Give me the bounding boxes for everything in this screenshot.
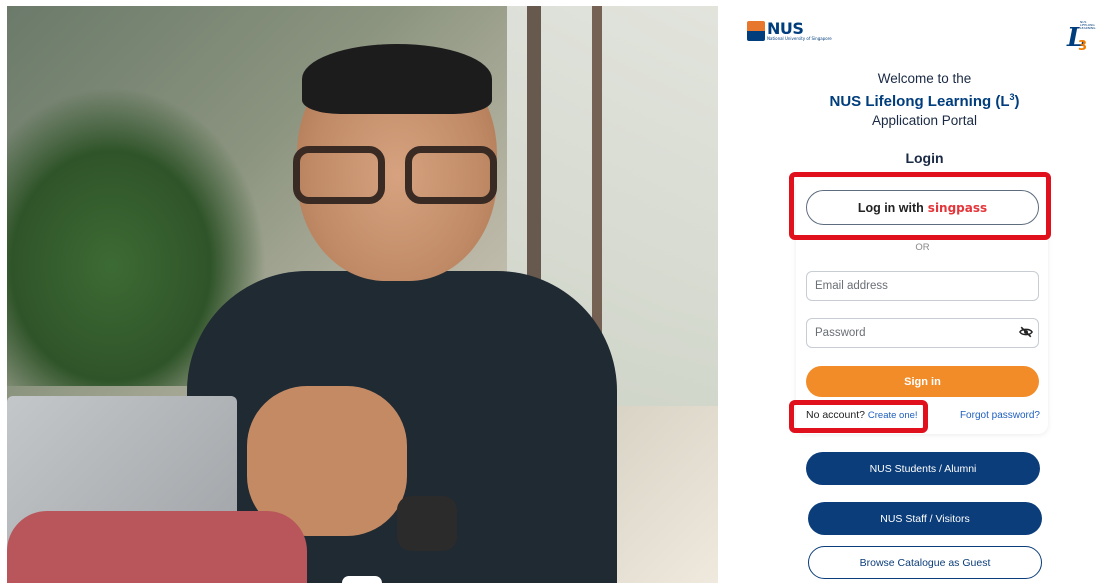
l3-logo: L 3 NUS LIFELONG LEARNING xyxy=(1067,19,1096,59)
no-account-text: No account? Create one! xyxy=(806,409,918,421)
welcome-line-2-end: ) xyxy=(1014,93,1020,110)
browse-catalogue-guest-button[interactable]: Browse Catalogue as Guest xyxy=(808,546,1042,579)
sign-in-button[interactable]: Sign in xyxy=(806,366,1039,397)
singpass-login-button[interactable]: Log in with singpass xyxy=(806,190,1039,225)
email-field[interactable] xyxy=(806,271,1039,301)
hero-watch xyxy=(397,496,457,551)
welcome-line-1: Welcome to the xyxy=(877,71,972,86)
create-account-link[interactable]: Create one! xyxy=(868,410,918,421)
login-title: Login xyxy=(905,150,944,166)
welcome-line-2: NUS Lifelong Learning (L3) xyxy=(810,88,1039,111)
singpass-button-label: Log in with xyxy=(857,200,924,215)
forgot-password-link[interactable]: Forgot password? xyxy=(960,410,1040,421)
nus-crest-icon xyxy=(747,21,765,41)
nus-logo-subtext: National University of Singapore xyxy=(767,36,832,41)
l3-logo-text: NUS LIFELONG LEARNING xyxy=(1080,20,1096,30)
nus-logo-text: NUS xyxy=(767,19,804,38)
hero-glasses xyxy=(287,146,507,204)
nus-students-alumni-button[interactable]: NUS Students / Alumni xyxy=(806,452,1040,485)
password-field[interactable] xyxy=(806,318,1039,348)
l3-logo-number: 3 xyxy=(1078,39,1088,54)
singpass-logo: singpass xyxy=(927,200,988,215)
welcome-line-2-text: NUS Lifelong Learning (L xyxy=(829,93,1010,110)
nus-staff-visitors-button[interactable]: NUS Staff / Visitors xyxy=(808,502,1042,535)
carousel-dots[interactable] xyxy=(342,576,382,583)
welcome-heading: Welcome to the NUS Lifelong Learning (L3… xyxy=(810,69,1039,130)
no-account-label: No account? xyxy=(806,409,865,421)
welcome-line-3: Application Portal xyxy=(871,113,978,128)
or-divider: OR xyxy=(915,242,930,253)
hero-chair xyxy=(7,511,307,583)
hero-hair xyxy=(302,44,492,114)
nus-logo: NUS National University of Singapore xyxy=(747,21,832,41)
hero-photo xyxy=(7,6,718,583)
eye-slash-icon[interactable] xyxy=(1019,325,1033,339)
